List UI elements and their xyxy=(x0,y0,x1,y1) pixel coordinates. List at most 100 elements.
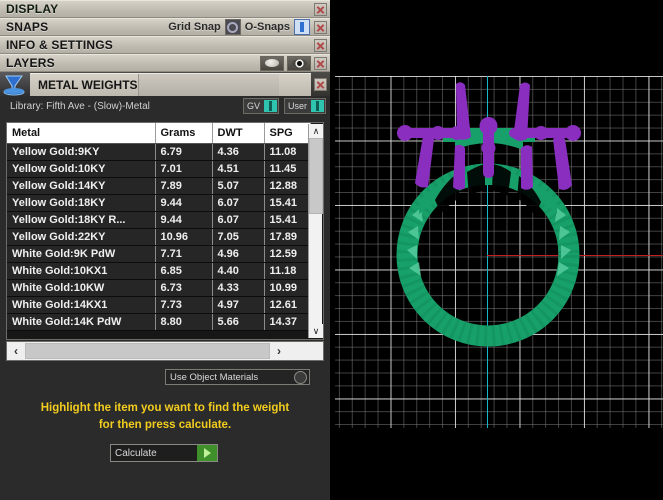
panel-title-info-settings: INFO & SETTINGS xyxy=(6,38,114,52)
table-row[interactable]: White Gold:9K PdW 7.71 4.96 12.59 xyxy=(7,244,311,263)
table-cell-metal: White Gold:10KX1 xyxy=(7,261,156,280)
column-header-dwt[interactable]: DWT xyxy=(212,123,265,144)
horizontal-scrollbar[interactable]: ‹ › xyxy=(6,341,324,361)
scroll-up-icon[interactable]: ∧ xyxy=(309,124,323,138)
table-cell-dwt: 4.96 xyxy=(212,244,265,263)
user-toggle-button[interactable]: User xyxy=(283,98,326,114)
library-label: Library: Fifth Ave - (Slow)-Metal xyxy=(10,100,150,112)
table-cell-spg: 11.45 xyxy=(264,159,311,178)
panel-title-metal-weights: METAL WEIGHTS xyxy=(38,77,138,92)
table-cell-dwt: 6.07 xyxy=(212,193,265,212)
table-row[interactable]: White Gold:14KX1 7.73 4.97 12.61 xyxy=(7,295,311,314)
table-header-row: Metal Grams DWT SPG xyxy=(7,123,311,144)
panel-title-display: DISPLAY xyxy=(6,2,59,16)
table-cell-dwt: 4.40 xyxy=(212,261,265,280)
table-cell-dwt: 4.51 xyxy=(212,159,265,178)
table-cell-spg: 12.59 xyxy=(264,244,311,263)
panel-header-layers[interactable]: LAYERS xyxy=(0,54,330,72)
toggle-on-icon[interactable] xyxy=(294,19,310,35)
metal-weights-title-filler xyxy=(137,73,279,96)
application-window: DISPLAY SNAPS Grid Snap O-Snaps INFO & S… xyxy=(0,0,663,500)
user-label: User xyxy=(287,101,307,111)
horizontal-scrollbar-thumb[interactable] xyxy=(25,343,270,359)
vertical-scrollbar[interactable]: ∧ ∨ xyxy=(308,124,323,338)
3d-ring-viewport[interactable] xyxy=(335,0,663,500)
close-icon-metal-weights[interactable] xyxy=(314,77,327,91)
table-cell-dwt: 4.36 xyxy=(212,142,265,161)
table-cell-spg: 12.61 xyxy=(264,295,311,314)
metal-weights-funnel-icon xyxy=(0,72,30,96)
close-icon-snaps[interactable] xyxy=(314,20,327,34)
panel-header-metal-weights[interactable]: METAL WEIGHTS xyxy=(0,72,330,96)
table-cell-dwt: 6.07 xyxy=(212,210,265,229)
table-body: Yellow Gold:9KY 6.79 4.36 11.08 Yellow Gold:… xyxy=(7,142,311,331)
table-cell-metal: Yellow Gold:10KY xyxy=(7,159,156,178)
table-row[interactable]: Yellow Gold:22KY 10.96 7.05 17.89 xyxy=(7,227,311,246)
table-cell-dwt: 5.07 xyxy=(212,176,265,195)
ring-model xyxy=(396,82,581,347)
metal-weights-table: Metal Grams DWT SPG Yellow Gold:9KY 6.79 4… xyxy=(6,122,324,340)
table-cell-grams: 6.79 xyxy=(155,142,213,161)
table-cell-dwt: 4.33 xyxy=(212,278,265,297)
play-arrow-icon[interactable] xyxy=(197,445,217,461)
panel-header-display[interactable]: DISPLAY xyxy=(0,0,330,18)
library-strip: Library: Fifth Ave - (Slow)-Metal GV Use… xyxy=(0,96,330,116)
use-object-materials-button[interactable]: Use Object Materials xyxy=(165,369,310,385)
eye-visibility-icon[interactable] xyxy=(287,55,311,71)
table-cell-spg: 15.41 xyxy=(264,210,311,229)
scroll-left-icon[interactable]: ‹ xyxy=(7,342,25,360)
radio-toggle-icon[interactable] xyxy=(294,370,307,384)
table-cell-spg: 12.88 xyxy=(264,176,311,195)
panel-title-layers: LAYERS xyxy=(6,56,55,70)
table-cell-spg: 17.89 xyxy=(264,227,311,246)
left-tool-panel: DISPLAY SNAPS Grid Snap O-Snaps INFO & S… xyxy=(0,0,330,500)
gv-toggle-icon xyxy=(263,100,277,112)
table-row[interactable]: Yellow Gold:18KY R... 9.44 6.07 15.41 xyxy=(7,210,311,229)
calculate-label: Calculate xyxy=(115,447,157,459)
table-row[interactable]: Yellow Gold:10KY 7.01 4.51 11.45 xyxy=(7,159,311,178)
table-cell-metal: White Gold:10KW xyxy=(7,278,156,297)
table-row[interactable]: Yellow Gold:14KY 7.89 5.07 12.88 xyxy=(7,176,311,195)
grid-snap-label[interactable]: Grid Snap xyxy=(164,21,225,33)
column-header-metal[interactable]: Metal xyxy=(7,123,156,144)
user-toggle-icon xyxy=(311,100,324,112)
gv-toggle-button[interactable]: GV xyxy=(242,98,279,114)
table-cell-dwt: 4.97 xyxy=(212,295,265,314)
table-row[interactable]: White Gold:10KX1 6.85 4.40 11.18 xyxy=(7,261,311,280)
close-icon-layers[interactable] xyxy=(314,56,327,70)
table-cell-metal: Yellow Gold:18KY R... xyxy=(7,210,156,229)
column-header-spg[interactable]: SPG xyxy=(264,123,311,144)
scroll-down-icon[interactable]: ∨ xyxy=(309,324,323,338)
table-cell-metal: Yellow Gold:18KY xyxy=(7,193,156,212)
table-cell-grams: 7.89 xyxy=(155,176,213,195)
panel-header-snaps[interactable]: SNAPS Grid Snap O-Snaps xyxy=(0,18,330,36)
table-cell-spg: 14.37 xyxy=(264,312,311,331)
table-cell-spg: 10.99 xyxy=(264,278,311,297)
table-row[interactable]: White Gold:10KW 6.73 4.33 10.99 xyxy=(7,278,311,297)
table-row[interactable]: White Gold:14K PdW 8.80 5.66 14.37 xyxy=(7,312,311,331)
table-cell-metal: Yellow Gold:22KY xyxy=(7,227,156,246)
close-icon-info-settings[interactable] xyxy=(314,38,327,52)
column-header-grams[interactable]: Grams xyxy=(155,123,213,144)
table-cell-grams: 7.71 xyxy=(155,244,213,263)
scroll-right-icon[interactable]: › xyxy=(270,342,288,360)
table-cell-spg: 11.18 xyxy=(264,261,311,280)
table-cell-spg: 15.41 xyxy=(264,193,311,212)
ellipse-layer-icon[interactable] xyxy=(260,55,284,71)
table-cell-grams: 7.73 xyxy=(155,295,213,314)
table-cell-metal: Yellow Gold:14KY xyxy=(7,176,156,195)
calculate-button[interactable]: Calculate xyxy=(110,444,218,462)
circle-snap-icon[interactable] xyxy=(224,19,241,35)
panel-header-info-settings[interactable]: INFO & SETTINGS xyxy=(0,36,330,54)
instruction-line-1: Highlight the item you want to find the … xyxy=(40,402,290,414)
vertical-scrollbar-thumb[interactable] xyxy=(309,138,323,214)
table-cell-metal: White Gold:9K PdW xyxy=(7,244,156,263)
close-icon-display[interactable] xyxy=(314,2,327,16)
table-cell-dwt: 5.66 xyxy=(212,312,265,331)
table-cell-metal: Yellow Gold:9KY xyxy=(7,142,156,161)
table-cell-grams: 9.44 xyxy=(155,193,213,212)
table-row[interactable]: Yellow Gold:18KY 9.44 6.07 15.41 xyxy=(7,193,311,212)
table-cell-spg: 11.08 xyxy=(264,142,311,161)
osnaps-label[interactable]: O-Snaps xyxy=(241,21,294,33)
table-row[interactable]: Yellow Gold:9KY 6.79 4.36 11.08 xyxy=(7,142,311,161)
